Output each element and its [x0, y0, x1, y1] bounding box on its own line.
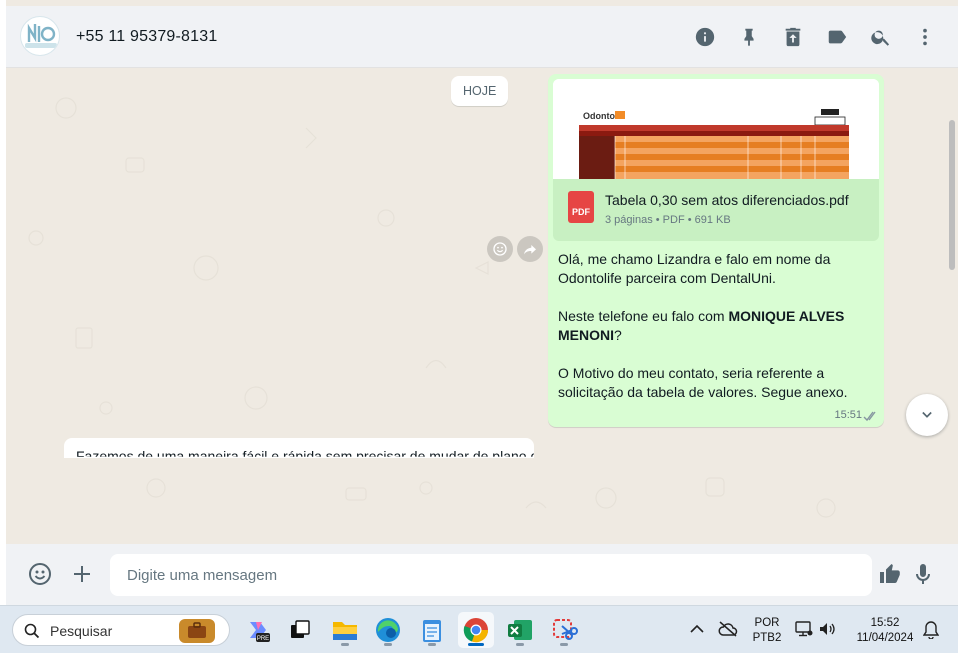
copilot-icon[interactable]: PRE: [240, 612, 276, 648]
delete-icon[interactable]: [780, 24, 806, 50]
app-active-indicator: [468, 643, 484, 646]
chevron-down-icon: [922, 411, 932, 418]
keyboard-layout: PTB2: [752, 632, 782, 644]
app-running-indicator: [428, 643, 436, 646]
document-meta: 3 páginas • PDF • 691 KB: [605, 214, 731, 226]
search-icon: [24, 623, 40, 639]
menu-icon[interactable]: [912, 24, 938, 50]
app-running-indicator: [516, 643, 524, 646]
edge-icon[interactable]: [370, 612, 406, 648]
attach-plus-icon[interactable]: [69, 561, 95, 587]
document-name[interactable]: Tabela 0,30 sem atos diferenciados.pdf: [605, 192, 849, 208]
header-actions: [692, 24, 938, 50]
message-paragraph-2-prefix: Neste telefone eu falo com: [558, 308, 729, 324]
incoming-message-text: Fazemos de uma maneira fácil e rápida se…: [76, 448, 534, 458]
document-thumbnail[interactable]: Odonto: [553, 79, 879, 179]
language-code: POR: [754, 617, 780, 629]
notepad-icon[interactable]: [414, 612, 450, 648]
message-time: 15:51: [834, 409, 862, 421]
briefcase-icon: [179, 619, 215, 643]
snipping-tool-icon[interactable]: [546, 612, 582, 648]
taskbar-search-label: Pesquisar: [50, 623, 113, 639]
scroll-to-bottom-button[interactable]: [906, 394, 948, 436]
incoming-message[interactable]: Fazemos de uma maneira fácil e rápida se…: [64, 438, 534, 458]
pdf-preview-image: Odonto: [553, 79, 879, 179]
document-attachment[interactable]: PDF Tabela 0,30 sem atos diferenciados.p…: [553, 179, 879, 241]
message-composer: Digite uma mensagem: [6, 544, 958, 605]
chrome-icon[interactable]: [458, 612, 494, 648]
taskbar-clock[interactable]: 15:52 11/04/2024: [848, 616, 922, 646]
emoji-icon[interactable]: [27, 561, 53, 587]
file-explorer-icon[interactable]: [327, 612, 363, 648]
app-running-indicator: [560, 643, 568, 646]
svg-text:PRE: PRE: [257, 636, 269, 642]
message-input-placeholder: Digite uma mensagem: [127, 567, 278, 584]
message-text: Olá, me chamo Lizandra e falo em nome da…: [558, 250, 874, 402]
message-input[interactable]: Digite uma mensagem: [110, 554, 872, 596]
search-icon[interactable]: [868, 24, 894, 50]
contact-name[interactable]: +55 11 95379-8131: [76, 28, 217, 46]
notification-bell-icon[interactable]: [923, 621, 939, 639]
whatsapp-window: +55 11 95379-8131 HOJE Odonto PDF Tabela…: [0, 0, 958, 605]
excel-icon[interactable]: [502, 612, 538, 648]
message-paragraph-2: Neste telefone eu falo com MONIQUE ALVES…: [558, 307, 874, 345]
message-paragraph-3: O Motivo do meu contato, seria referente…: [558, 365, 848, 400]
chat-scrollbar[interactable]: [949, 120, 955, 270]
odontolife-logo-icon: [27, 23, 56, 43]
app-running-indicator: [341, 643, 349, 646]
microphone-icon[interactable]: [910, 561, 936, 587]
info-icon[interactable]: [692, 24, 718, 50]
outgoing-message[interactable]: Odonto PDF Tabela 0,30 sem atos diferenc…: [548, 74, 884, 427]
clock-time: 15:52: [870, 617, 900, 629]
svg-text:Odonto: Odonto: [583, 111, 615, 121]
app-running-indicator: [384, 643, 392, 646]
contact-avatar[interactable]: [20, 16, 60, 56]
emoji-reaction-icon[interactable]: [487, 236, 513, 262]
windows-taskbar: Pesquisar PRE POR PTB2 15:52 11/04/2024: [0, 605, 958, 653]
network-monitor-icon[interactable]: [795, 620, 813, 638]
avatar-logo-text: [25, 43, 57, 48]
message-paragraph-2-suffix: ?: [614, 327, 622, 343]
pdf-file-icon: PDF: [568, 191, 594, 223]
input-language-indicator[interactable]: POR PTB2: [750, 616, 784, 646]
task-view-icon[interactable]: [282, 612, 318, 648]
volume-icon[interactable]: [818, 620, 836, 638]
taskbar-search[interactable]: Pesquisar: [12, 614, 230, 646]
forward-icon[interactable]: [517, 236, 543, 262]
clock-date: 11/04/2024: [856, 632, 914, 644]
pin-icon[interactable]: [736, 24, 762, 50]
label-icon[interactable]: [824, 24, 850, 50]
chat-panel[interactable]: HOJE Odonto PDF Tabela 0,30 sem atos dif…: [6, 68, 958, 544]
cloud-off-icon[interactable]: [718, 620, 738, 638]
date-separator: HOJE: [451, 76, 509, 106]
read-receipt-icon: [863, 411, 876, 422]
thumbs-up-icon[interactable]: [877, 561, 903, 587]
message-paragraph-1: Olá, me chamo Lizandra e falo em nome da…: [558, 251, 831, 286]
chevron-up-icon[interactable]: [690, 624, 704, 634]
chat-header[interactable]: +55 11 95379-8131: [6, 6, 958, 68]
